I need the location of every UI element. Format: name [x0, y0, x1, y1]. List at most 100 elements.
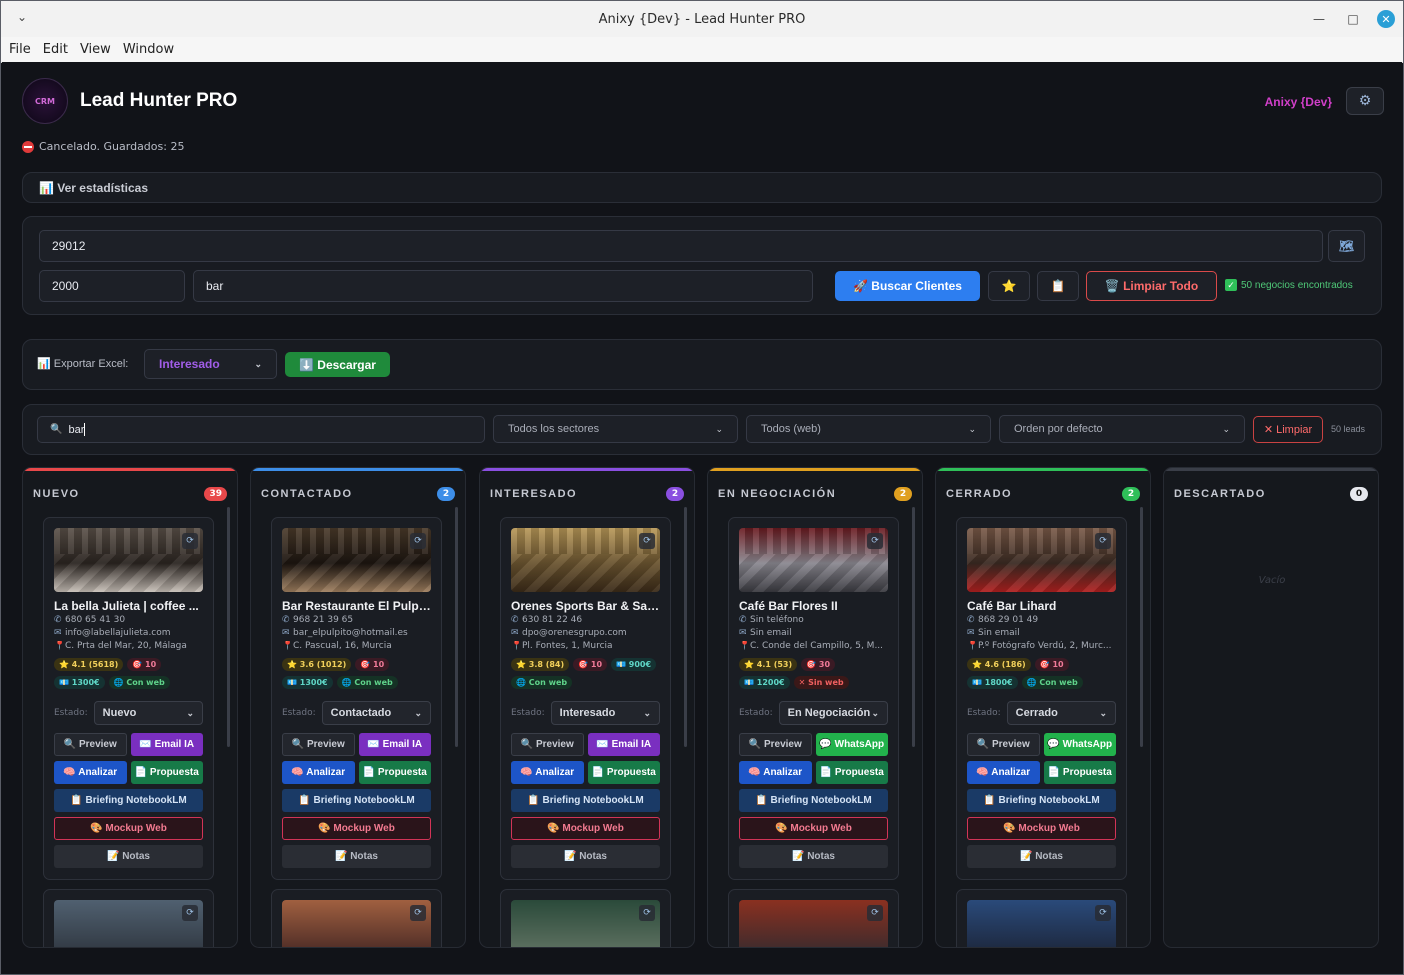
lead-card[interactable]: ⟳ — [500, 889, 671, 947]
order-select[interactable]: Orden por defecto ⌄ — [999, 415, 1245, 443]
user-name[interactable]: Anixy {Dev} — [1265, 95, 1332, 109]
menu-file[interactable]: File — [3, 42, 37, 57]
lead-card[interactable]: ⟳ — [271, 889, 442, 947]
briefing-button[interactable]: 📋 Briefing NotebookLM — [511, 789, 660, 812]
contact-button[interactable]: ✉️ Email IA — [587, 733, 660, 756]
phone-icon: ✆ — [511, 615, 519, 625]
lead-card[interactable]: ⟳ La bella Julieta | coffee ... ✆ 680 65 … — [43, 517, 214, 880]
map-picker-button[interactable]: 🗺 — [1328, 230, 1365, 262]
lead-card[interactable]: ⟳ — [728, 889, 899, 947]
estado-select[interactable]: Interesado ⌄ — [550, 701, 660, 725]
refresh-icon[interactable]: ⟳ — [867, 533, 883, 549]
lead-phone-text: 868 29 01 49 — [978, 615, 1039, 625]
lead-card[interactable]: ⟳ Orenes Sports Bar & Sal... ✆ 630 81 22 … — [500, 517, 671, 880]
search-clients-button[interactable]: 🚀 Buscar Clientes — [835, 271, 980, 301]
location-input[interactable]: 29012 — [39, 230, 1323, 262]
lead-card[interactable]: ⟳ Café Bar Flores II ✆ Sin teléfono ✉ Sin … — [728, 517, 899, 880]
mockup-button[interactable]: 🎨 Mockup Web — [739, 817, 888, 840]
menu-edit[interactable]: Edit — [37, 42, 74, 57]
web-select[interactable]: Todos (web) ⌄ — [746, 415, 991, 443]
scrollbar[interactable] — [912, 507, 915, 747]
close-button[interactable]: ✕ — [1377, 10, 1395, 28]
clear-all-button[interactable]: 🗑️ Limpiar Todo — [1086, 271, 1217, 301]
preview-button[interactable]: 🔍 Preview — [54, 733, 127, 756]
scrollbar[interactable] — [1140, 507, 1143, 747]
preview-button[interactable]: 🔍 Preview — [739, 733, 812, 756]
mockup-button[interactable]: 🎨 Mockup Web — [54, 817, 203, 840]
lead-card[interactable]: ⟳ — [43, 889, 214, 947]
query-input[interactable]: bar — [193, 270, 813, 302]
chevron-down-icon: ⌄ — [1099, 707, 1107, 718]
lead-address: 📍C. Conde del Campillo, 5, M... — [739, 641, 888, 652]
estado-value: Cerrado — [1015, 707, 1058, 719]
proposal-button[interactable]: 📄 Propuesta — [815, 761, 888, 784]
estado-value: Nuevo — [102, 707, 137, 719]
download-button[interactable]: ⬇️ Descargar — [285, 352, 390, 377]
minimize-button[interactable]: — — [1309, 9, 1329, 29]
mockup-button[interactable]: 🎨 Mockup Web — [511, 817, 660, 840]
settings-gear-button[interactable]: ⚙ — [1346, 87, 1384, 115]
stats-toggle[interactable]: 📊 Ver estadísticas — [22, 172, 1382, 203]
radius-input[interactable]: 2000 — [39, 270, 185, 302]
mockup-button[interactable]: 🎨 Mockup Web — [967, 817, 1116, 840]
refresh-icon[interactable]: ⟳ — [1095, 905, 1111, 921]
window-menu-chevron-icon[interactable]: ⌄ — [17, 10, 27, 24]
notes-button[interactable]: 📝 Notas — [511, 845, 660, 868]
contact-button[interactable]: 💬 WhatsApp — [815, 733, 888, 756]
filter-search-input[interactable]: 🔍 bar — [37, 416, 485, 443]
export-status-select[interactable]: Interesado ⌄ — [144, 349, 277, 379]
estado-select[interactable]: Nuevo ⌄ — [93, 701, 203, 725]
refresh-icon[interactable]: ⟳ — [410, 905, 426, 921]
scrollbar[interactable] — [684, 507, 687, 747]
scrollbar[interactable] — [227, 507, 230, 747]
scrollbar[interactable] — [455, 507, 458, 747]
estado-select[interactable]: En Negociación ⌄ — [778, 701, 888, 725]
photo-detail — [282, 553, 431, 592]
briefing-button[interactable]: 📋 Briefing NotebookLM — [967, 789, 1116, 812]
notes-button[interactable]: 📝 Notas — [54, 845, 203, 868]
refresh-icon[interactable]: ⟳ — [410, 533, 426, 549]
notes-button[interactable]: 📝 Notas — [282, 845, 431, 868]
proposal-button[interactable]: 📄 Propuesta — [358, 761, 431, 784]
notes-button[interactable]: 📝 Notas — [967, 845, 1116, 868]
proposal-button[interactable]: 📄 Propuesta — [1043, 761, 1116, 784]
briefing-button[interactable]: 📋 Briefing NotebookLM — [54, 789, 203, 812]
refresh-icon[interactable]: ⟳ — [639, 533, 655, 549]
menu-window[interactable]: Window — [117, 42, 180, 57]
preview-button[interactable]: 🔍 Preview — [511, 733, 584, 756]
preview-button[interactable]: 🔍 Preview — [967, 733, 1040, 756]
analyze-button[interactable]: 🧠 Analizar — [54, 761, 127, 784]
analyze-button[interactable]: 🧠 Analizar — [282, 761, 355, 784]
lead-card[interactable]: ⟳ Café Bar Lihard ✆ 868 29 01 49 ✉ Sin ema… — [956, 517, 1127, 880]
refresh-icon[interactable]: ⟳ — [182, 905, 198, 921]
briefing-button[interactable]: 📋 Briefing NotebookLM — [739, 789, 888, 812]
refresh-icon[interactable]: ⟳ — [639, 905, 655, 921]
sector-select[interactable]: Todos los sectores ⌄ — [493, 415, 738, 443]
analyze-button[interactable]: 🧠 Analizar — [967, 761, 1040, 784]
refresh-icon[interactable]: ⟳ — [182, 533, 198, 549]
proposal-button[interactable]: 📄 Propuesta — [587, 761, 660, 784]
contact-button[interactable]: ✉️ Email IA — [130, 733, 203, 756]
menu-view[interactable]: View — [74, 42, 117, 57]
notes-button[interactable]: 📝 Notas — [739, 845, 888, 868]
favorites-button[interactable]: ⭐ — [988, 271, 1030, 301]
proposal-button[interactable]: 📄 Propuesta — [130, 761, 203, 784]
contact-button[interactable]: 💬 WhatsApp — [1043, 733, 1116, 756]
filter-clear-button[interactable]: ✕ Limpiar — [1253, 416, 1323, 443]
column-contactado: CONTACTADO 2 ⟳ Bar Restaurante El Pulpito… — [250, 467, 466, 948]
briefing-button[interactable]: 📋 Briefing NotebookLM — [282, 789, 431, 812]
lead-card[interactable]: ⟳ Bar Restaurante El Pulpito ✆ 968 21 39 … — [271, 517, 442, 880]
phone-icon: ✆ — [967, 615, 975, 625]
preview-button[interactable]: 🔍 Preview — [282, 733, 355, 756]
mockup-button[interactable]: 🎨 Mockup Web — [282, 817, 431, 840]
lead-card[interactable]: ⟳ — [956, 889, 1127, 947]
copy-button[interactable]: 📋 — [1037, 271, 1079, 301]
estado-select[interactable]: Cerrado ⌄ — [1006, 701, 1116, 725]
maximize-button[interactable]: □ — [1343, 9, 1363, 29]
analyze-button[interactable]: 🧠 Analizar — [511, 761, 584, 784]
refresh-icon[interactable]: ⟳ — [867, 905, 883, 921]
estado-select[interactable]: Contactado ⌄ — [321, 701, 431, 725]
refresh-icon[interactable]: ⟳ — [1095, 533, 1111, 549]
contact-button[interactable]: ✉️ Email IA — [358, 733, 431, 756]
analyze-button[interactable]: 🧠 Analizar — [739, 761, 812, 784]
